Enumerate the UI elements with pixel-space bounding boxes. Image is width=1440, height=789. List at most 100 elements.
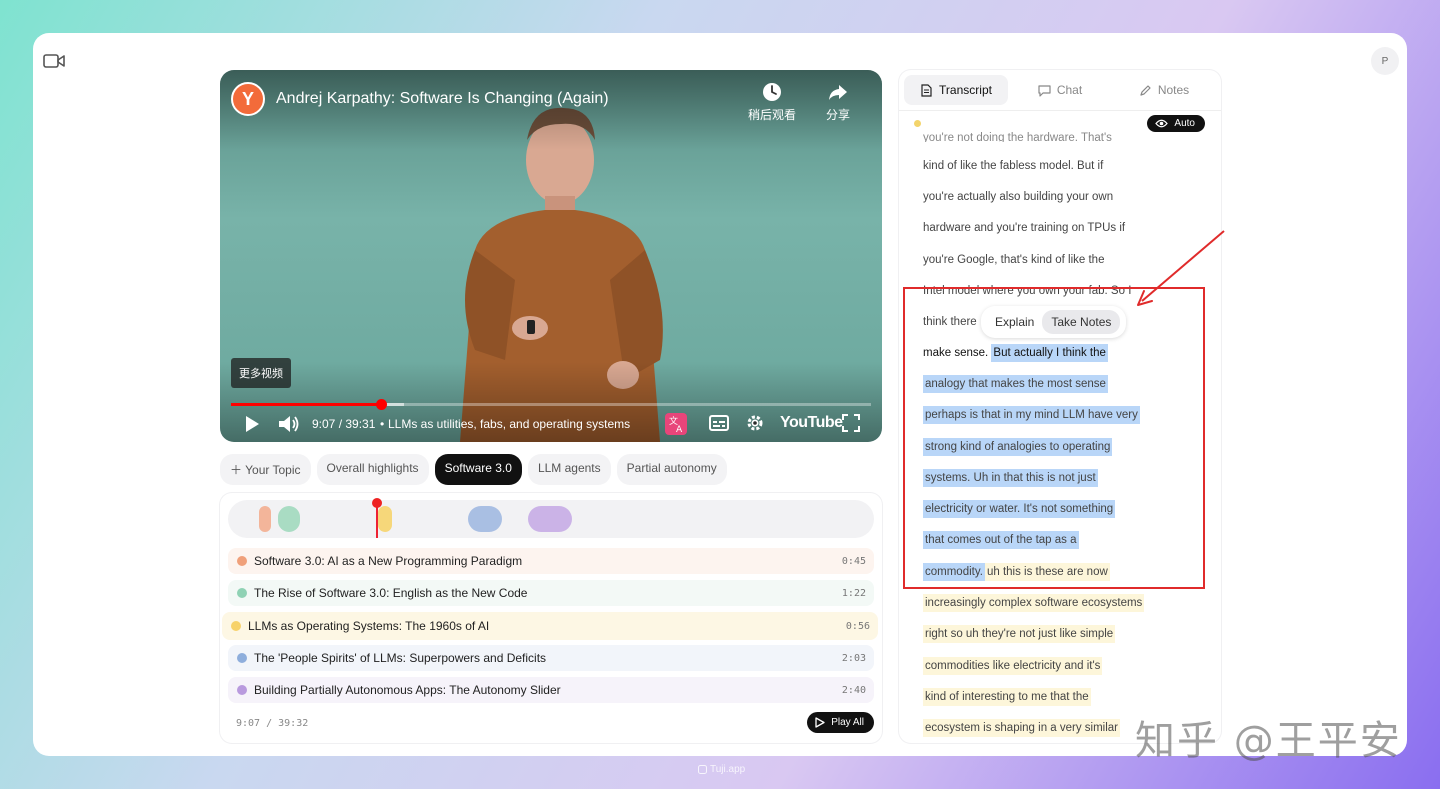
brand-footer: Tuji.app — [698, 764, 745, 775]
chapter-duration: 2:40 — [841, 684, 866, 696]
transcript-line[interactable]: commodities like electricity and it's — [923, 657, 1103, 675]
chapter-item-active[interactable]: LLMs as Operating Systems: The 1960s of … — [222, 612, 878, 640]
tab-notes-label: Notes — [1157, 83, 1190, 97]
subtitles-icon[interactable] — [709, 415, 729, 431]
highlighted-text[interactable]: right so uh they're not just like simple — [923, 625, 1116, 643]
chapter-duration: 0:56 — [845, 620, 870, 632]
topic-chip-overall-highlights[interactable]: Overall highlights — [316, 454, 429, 485]
add-topic-button[interactable]: ＋ Your Topic — [220, 454, 311, 485]
video-progress-bar[interactable] — [231, 399, 871, 410]
share-button[interactable]: 分享 — [826, 82, 850, 123]
highlighted-text[interactable]: commodities like electricity and it's — [923, 657, 1103, 675]
timeline-segment[interactable] — [378, 506, 392, 532]
chapter-title: Software 3.0: AI as a New Programming Pa… — [254, 554, 523, 568]
timeline-playhead-dot[interactable] — [372, 498, 382, 508]
progress-played — [231, 403, 382, 406]
chapter-title: Building Partially Autonomous Apps: The … — [254, 683, 561, 697]
avatar[interactable]: P — [1371, 47, 1399, 75]
annotation-red-box — [903, 287, 1205, 589]
play-outline-icon — [815, 717, 825, 728]
watch-later-button[interactable]: 稍后观看 — [748, 82, 796, 123]
transcript-line[interactable]: you're not doing the hardware. That's — [923, 132, 1112, 142]
watermark: 知乎 @王平安 — [1135, 718, 1402, 764]
share-arrow-icon — [829, 85, 847, 100]
chapter-dot — [237, 588, 247, 598]
share-label: 分享 — [826, 108, 851, 122]
tab-transcript[interactable]: Transcript — [904, 75, 1008, 105]
plus-icon: ＋ — [230, 463, 246, 477]
video-player[interactable]: Y Andrej Karpathy: Software Is Changing … — [220, 70, 882, 442]
transcript-line[interactable]: ecosystem is shaping in a very similar — [923, 719, 1121, 737]
timeline-segment[interactable] — [278, 506, 300, 532]
highlighted-text[interactable]: kind of interesting to me that the — [923, 688, 1091, 706]
chapter-timeline[interactable] — [228, 498, 874, 538]
video-time: 9:07 / 39:31 — [312, 417, 376, 431]
tab-chat-label: Chat — [1056, 83, 1083, 97]
clock-icon — [763, 83, 781, 101]
chapter-item[interactable]: The 'People Spirits' of LLMs: Superpower… — [228, 645, 874, 671]
transcript-line[interactable]: increasingly complex software ecosystems — [923, 594, 1145, 612]
transcript-line[interactable]: kind of interesting to me that the — [923, 688, 1091, 706]
play-all-button[interactable]: Play All — [807, 712, 874, 733]
timeline-segment[interactable] — [528, 506, 572, 532]
more-videos-button[interactable]: 更多视频 — [231, 358, 291, 388]
chapter-duration: 2:03 — [841, 652, 866, 664]
chapter-title: LLMs as Operating Systems: The 1960s of … — [248, 619, 490, 633]
auto-label: Auto — [1174, 118, 1195, 129]
panel-divider — [899, 110, 1221, 111]
video-controls: 9:07 / 39:31 • LLMs as utilities, fabs, … — [220, 412, 882, 436]
chapter-duration: 0:45 — [841, 555, 866, 567]
auto-scroll-toggle[interactable]: Auto — [1147, 115, 1205, 132]
topic-chip-partial-autonomy[interactable]: Partial autonomy — [616, 454, 727, 485]
highlighted-text[interactable]: increasingly complex software ecosystems — [923, 594, 1145, 612]
tab-chat[interactable]: Chat — [1008, 75, 1112, 105]
svg-text:A: A — [676, 425, 683, 435]
chapter-dot — [237, 556, 247, 566]
settings-gear-icon[interactable] — [746, 414, 764, 432]
tab-notes[interactable]: Notes — [1112, 75, 1216, 105]
play-icon[interactable] — [244, 415, 260, 433]
annotation-arrow-icon — [1137, 230, 1225, 306]
youtube-logo[interactable]: YouTube — [780, 414, 843, 432]
timeline-segment[interactable] — [468, 506, 502, 532]
watch-later-label: 稍后观看 — [748, 108, 797, 122]
video-camera-icon[interactable] — [43, 53, 65, 69]
topic-chip-software-3[interactable]: Software 3.0 — [434, 454, 522, 485]
eye-icon — [1155, 119, 1169, 128]
transcript-line[interactable]: you're Google, that's kind of like the — [923, 254, 1104, 266]
chapter-title: The 'People Spirits' of LLMs: Superpower… — [254, 651, 547, 665]
add-topic-label: Your Topic — [245, 463, 301, 477]
total-time: 9:07 / 39:32 — [236, 718, 309, 729]
status-dot — [914, 120, 921, 127]
brand-icon — [698, 765, 707, 774]
chapter-dot — [231, 621, 241, 631]
volume-icon[interactable] — [278, 414, 300, 434]
topic-chips: ＋ Your Topic Overall highlights Software… — [220, 454, 727, 485]
video-title[interactable]: Andrej Karpathy: Software Is Changing (A… — [276, 90, 609, 108]
chapter-duration: 1:22 — [841, 587, 866, 599]
fullscreen-icon[interactable] — [842, 414, 860, 432]
brand-label: Tuji.app — [710, 764, 746, 775]
highlighted-text[interactable]: ecosystem is shaping in a very similar — [923, 719, 1121, 737]
topic-chip-llm-agents[interactable]: LLM agents — [527, 454, 611, 485]
transcript-line[interactable]: you're actually also building your own — [923, 191, 1113, 203]
transcript-line[interactable]: right so uh they're not just like simple — [923, 625, 1116, 643]
transcript-line[interactable]: hardware and you're training on TPUs if — [923, 222, 1125, 234]
play-all-label: Play All — [831, 717, 864, 728]
chapter-item[interactable]: Building Partially Autonomous Apps: The … — [228, 677, 874, 703]
channel-logo[interactable]: Y — [231, 82, 265, 116]
chapter-dot — [237, 685, 247, 695]
timeline-segment[interactable] — [259, 506, 271, 532]
translate-icon[interactable]: 文 A — [665, 413, 687, 435]
transcript-line[interactable]: kind of like the fabless model. But if — [923, 160, 1103, 172]
document-icon — [921, 83, 932, 97]
chapters-panel: Software 3.0: AI as a New Programming Pa… — [220, 493, 882, 743]
chapter-item[interactable]: The Rise of Software 3.0: English as the… — [228, 580, 874, 606]
current-chapter-title[interactable]: LLMs as utilities, fabs, and operating s… — [388, 417, 630, 431]
panel-tabs: Transcript Chat Notes — [904, 75, 1216, 105]
pencil-icon — [1140, 84, 1151, 96]
chapter-item[interactable]: Software 3.0: AI as a New Programming Pa… — [228, 548, 874, 574]
chapter-separator: • — [380, 417, 385, 431]
chapter-dot — [237, 653, 247, 663]
chapter-title: The Rise of Software 3.0: English as the… — [254, 586, 528, 600]
